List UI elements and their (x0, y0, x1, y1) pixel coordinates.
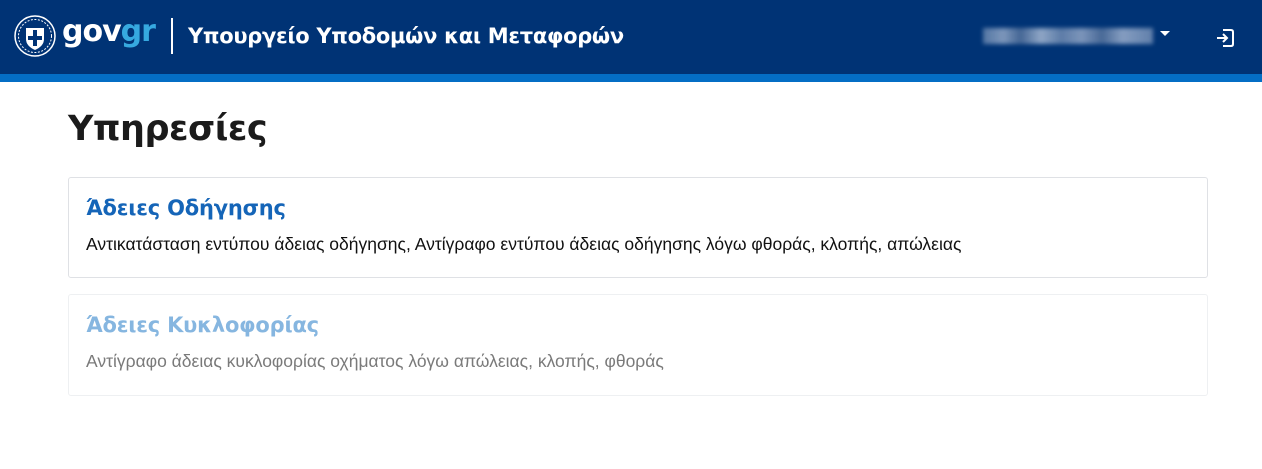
service-card-title[interactable]: Άδειες Κυκλοφορίας (86, 311, 319, 339)
service-card-title[interactable]: Άδειες Οδήγησης (86, 194, 286, 222)
service-card-description: Αντίγραφο άδειας κυκλοφορίας οχήματος λό… (86, 351, 664, 371)
logo-prefix: gov (62, 14, 122, 49)
govgr-logo[interactable]: gov gr (62, 14, 156, 50)
top-header: gov gr Υπουργείο Υποδομών και Μεταφορών (0, 0, 1262, 74)
hellenic-republic-emblem-icon (14, 15, 56, 57)
caret-down-icon (1160, 31, 1170, 36)
logo-suffix: gr (120, 14, 156, 49)
header-accent-stripe (0, 74, 1262, 82)
user-menu[interactable] (983, 23, 1173, 51)
ministry-name: Υπουργείο Υποδομών και Μεταφορών (188, 24, 624, 48)
user-name-redacted (983, 28, 1153, 44)
service-card-driving-licenses[interactable]: Άδειες Οδήγησης Αντικατάσταση εντύπου άδ… (68, 177, 1208, 278)
service-card-vehicle-licenses[interactable]: Άδειες Κυκλοφορίας Αντίγραφο άδειας κυκλ… (68, 294, 1208, 396)
page-title: Υπηρεσίες (68, 109, 268, 149)
header-divider (171, 18, 173, 54)
logout-icon[interactable] (1213, 26, 1237, 50)
service-card-description: Αντικατάσταση εντύπου άδειας οδήγησης, Α… (86, 234, 962, 254)
